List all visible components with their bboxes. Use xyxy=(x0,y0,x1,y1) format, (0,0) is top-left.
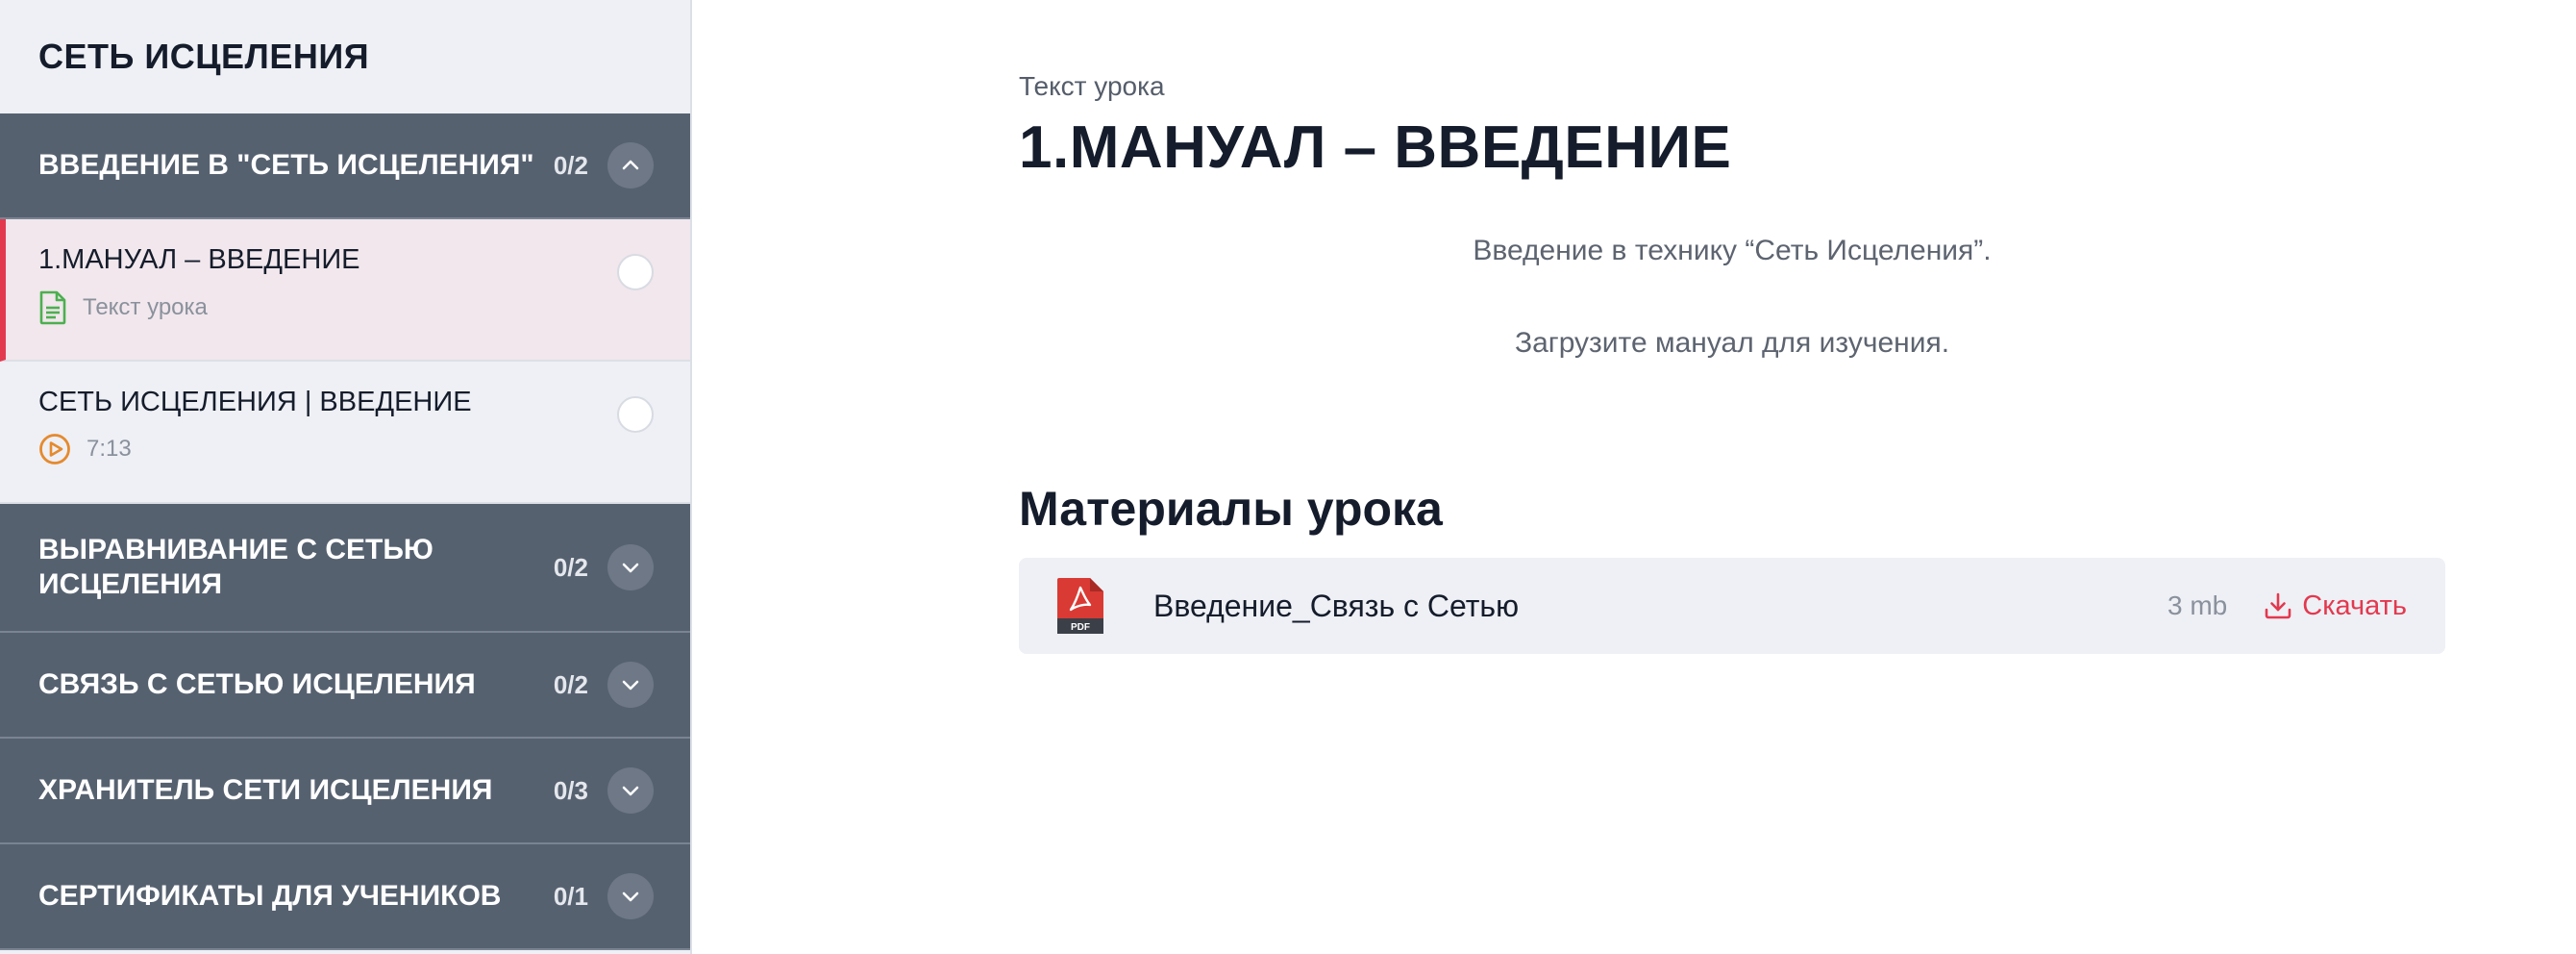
section-progress-count: 0/2 xyxy=(553,669,588,699)
section-intro[interactable]: ВВЕДЕНИЕ В "СЕТЬ ИСЦЕЛЕНИЯ" 0/2 xyxy=(0,113,690,219)
section-title: ХРАНИТЕЛЬ СЕТИ ИСЦЕЛЕНИЯ xyxy=(38,774,493,806)
document-icon xyxy=(38,290,67,325)
section-title: ВЫРАВНИВАНИЕ С СЕТЬЮ ИСЦЕЛЕНИЯ xyxy=(38,534,433,600)
download-button[interactable]: Скачать xyxy=(2264,590,2407,622)
material-file-size: 3 mb xyxy=(2167,590,2228,620)
lesson-complete-checkbox[interactable] xyxy=(617,254,654,290)
section-alignment[interactable]: ВЫРАВНИВАНИЕ С СЕТЬЮ ИСЦЕЛЕНИЯ 0/2 xyxy=(0,504,690,633)
lesson-meta: Текст урока xyxy=(38,290,652,325)
section-keeper[interactable]: ХРАНИТЕЛЬ СЕТИ ИСЦЕЛЕНИЯ 0/3 xyxy=(0,739,690,844)
lesson-paragraph: Введение в технику “Сеть Исцеления”. xyxy=(1473,235,1992,266)
sidebar-header: СЕТЬ ИСЦЕЛЕНИЯ xyxy=(0,0,690,113)
lesson-item-manual-intro[interactable]: 1.МАНУАЛ – ВВЕДЕНИЕ Текст урока xyxy=(0,219,690,362)
play-icon xyxy=(38,433,71,465)
lesson-paragraph: Загрузите мануал для изучения. xyxy=(1514,327,1950,359)
lesson-title: СЕТЬ ИСЦЕЛЕНИЯ | ВВЕДЕНИЕ xyxy=(38,387,472,417)
lesson-item-network-intro[interactable]: СЕТЬ ИСЦЕЛЕНИЯ | ВВЕДЕНИЕ 7:13 xyxy=(0,362,690,504)
svg-text:PDF: PDF xyxy=(1071,622,1090,633)
material-item: PDF Введение_Связь с Сетью 3 mb Скачать xyxy=(1019,558,2445,654)
course-title: СЕТЬ ИСЦЕЛЕНИЯ xyxy=(38,37,370,76)
lesson-content: Текст урока 1.МАНУАЛ – ВВЕДЕНИЕ Введение… xyxy=(1019,0,2445,954)
section-title: СВЯЗЬ С СЕТЬЮ ИСЦЕЛЕНИЯ xyxy=(38,668,476,700)
chevron-up-icon[interactable] xyxy=(607,142,654,188)
course-sidebar: СЕТЬ ИСЦЕЛЕНИЯ ВВЕДЕНИЕ В "СЕТЬ ИСЦЕЛЕНИ… xyxy=(0,0,692,954)
chevron-down-icon[interactable] xyxy=(607,544,654,590)
section-title: ВВЕДЕНИЕ В "СЕТЬ ИСЦЕЛЕНИЯ" xyxy=(38,149,534,181)
section-progress-count: 0/2 xyxy=(553,150,588,180)
material-file-name: Введение_Связь с Сетью xyxy=(1153,588,1520,623)
section-title: СЕРТИФИКАТЫ ДЛЯ УЧЕНИКОВ xyxy=(38,880,502,912)
lesson-heading: 1.МАНУАЛ – ВВЕДЕНИЕ xyxy=(1019,114,1732,181)
section-progress-count: 0/1 xyxy=(553,881,588,911)
download-label: Скачать xyxy=(2302,590,2407,621)
lesson-duration: 7:13 xyxy=(87,436,132,462)
lesson-type-label: Текст урока xyxy=(83,294,208,320)
chevron-down-icon[interactable] xyxy=(607,662,654,708)
section-progress-count: 0/2 xyxy=(553,552,588,582)
page: СЕТЬ ИСЦЕЛЕНИЯ ВВЕДЕНИЕ В "СЕТЬ ИСЦЕЛЕНИ… xyxy=(0,0,2576,954)
chevron-down-icon[interactable] xyxy=(607,873,654,919)
download-icon xyxy=(2264,591,2292,620)
chevron-down-icon[interactable] xyxy=(607,767,654,814)
section-certificates[interactable]: СЕРТИФИКАТЫ ДЛЯ УЧЕНИКОВ 0/1 xyxy=(0,844,690,950)
section-progress-count: 0/3 xyxy=(553,775,588,805)
section-connection[interactable]: СВЯЗЬ С СЕТЬЮ ИСЦЕЛЕНИЯ 0/2 xyxy=(0,633,690,739)
lesson-meta: 7:13 xyxy=(38,433,652,465)
lesson-title: 1.МАНУАЛ – ВВЕДЕНИЕ xyxy=(38,244,360,275)
lesson-type-label: Текст урока xyxy=(1019,71,1165,101)
materials-heading: Материалы урока xyxy=(1019,482,1443,536)
lesson-complete-checkbox[interactable] xyxy=(617,396,654,433)
pdf-icon: PDF xyxy=(1055,576,1105,636)
